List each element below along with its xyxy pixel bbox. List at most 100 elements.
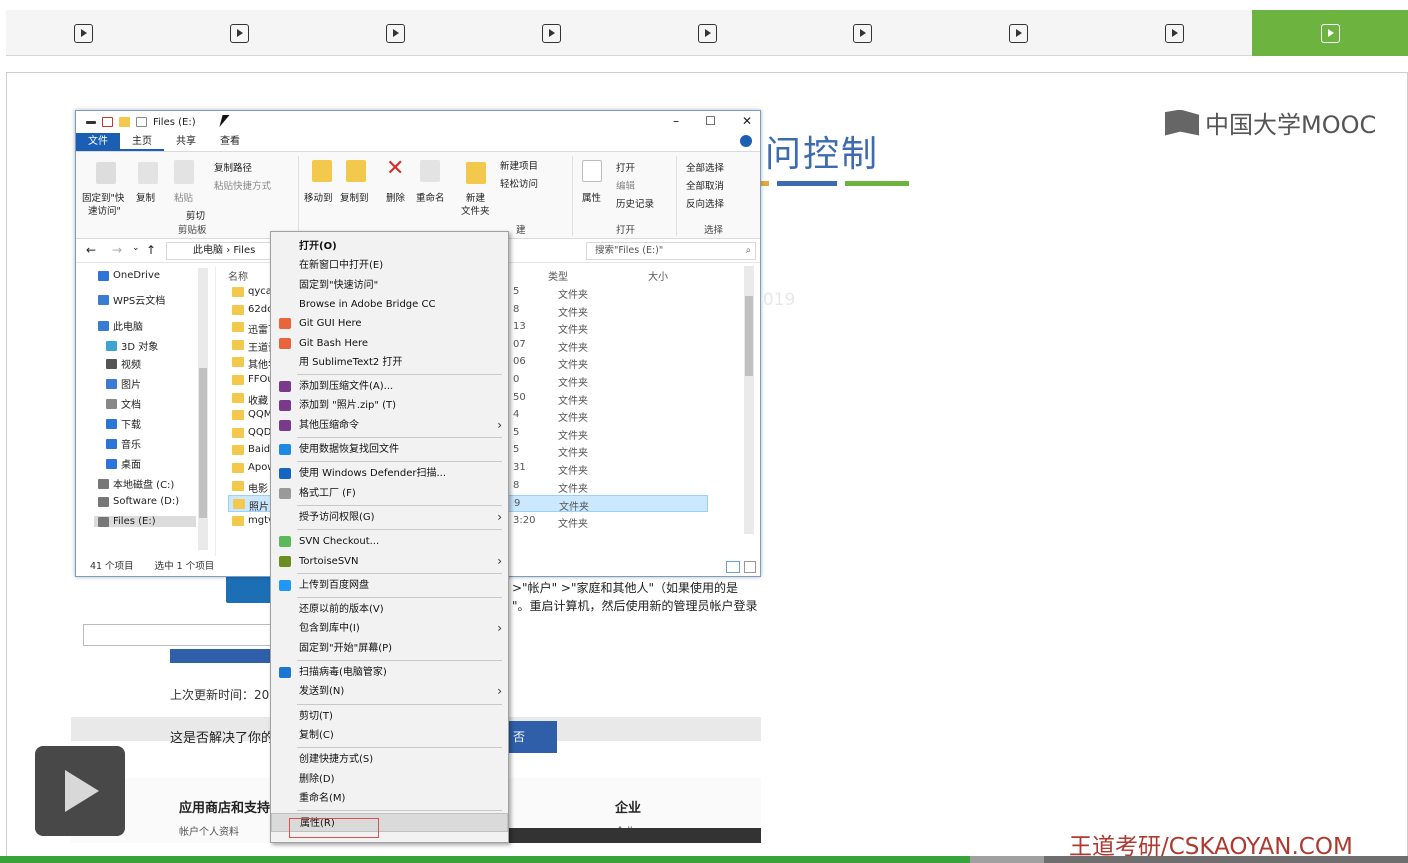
nav-item[interactable]: 音乐 xyxy=(106,436,141,451)
nav-scrollbar-thumb[interactable] xyxy=(199,368,207,518)
nav-item[interactable]: 文档 xyxy=(106,396,141,411)
search-input[interactable]: 搜索"Files (E:)" ⌕ xyxy=(586,242,756,260)
nav-item[interactable]: Software (D:) xyxy=(98,496,179,507)
lesson-tab-9[interactable] xyxy=(1252,10,1408,56)
menu-item[interactable]: 上传到百度网盘 xyxy=(271,576,508,595)
close-button[interactable]: ✕ xyxy=(742,114,752,128)
copy-to-button[interactable]: 复制到 xyxy=(340,190,369,204)
menu-item[interactable]: 使用数据恢复找回文件 xyxy=(271,440,508,459)
nav-item[interactable]: 视频 xyxy=(106,356,141,371)
menu-item[interactable]: SVN Checkout... xyxy=(271,532,508,551)
nav-item[interactable]: 3D 对象 xyxy=(106,338,158,353)
menu-item[interactable]: 删除(D) xyxy=(271,770,508,789)
open-button[interactable]: 打开 xyxy=(616,160,635,174)
paste-icon[interactable] xyxy=(174,160,194,184)
lesson-tab-1[interactable] xyxy=(6,10,162,56)
menu-item[interactable]: 还原以前的版本(V) xyxy=(271,600,508,619)
paste-button[interactable]: 粘贴 xyxy=(174,190,193,204)
menu-item[interactable]: Git Bash Here xyxy=(271,334,508,353)
lesson-tab-7[interactable] xyxy=(941,10,1097,56)
nav-scrollbar[interactable] xyxy=(198,268,208,550)
nav-item[interactable]: WPS云文档 xyxy=(98,292,165,307)
tab-home[interactable]: 主页 xyxy=(120,133,164,151)
menu-item[interactable]: 发送到(N) › xyxy=(271,682,508,701)
rename-icon[interactable] xyxy=(420,160,440,182)
menu-item[interactable]: 使用 Windows Defender扫描... xyxy=(271,464,508,483)
pin-icon[interactable] xyxy=(96,162,116,184)
copy-to-icon[interactable] xyxy=(346,160,366,182)
tiles-view-icon[interactable] xyxy=(744,561,756,573)
video-progress-bar[interactable] xyxy=(0,856,1408,863)
nav-item[interactable]: 图片 xyxy=(106,376,141,391)
copy-icon[interactable] xyxy=(138,162,158,184)
nav-item[interactable]: 桌面 xyxy=(106,456,141,471)
column-size[interactable]: 大小 xyxy=(648,268,668,283)
column-type[interactable]: 类型 xyxy=(548,268,568,283)
pin-label-2[interactable]: 速访问" xyxy=(88,203,121,217)
menu-item[interactable]: 固定到"开始"屏幕(P) xyxy=(271,639,508,658)
menu-item[interactable]: Git GUI Here xyxy=(271,314,508,333)
cut-button[interactable]: 剪切 xyxy=(186,208,205,222)
paste-shortcut-button[interactable]: 粘贴快捷方式 xyxy=(214,178,271,192)
menu-item[interactable]: 其他压缩命令 › xyxy=(271,416,508,435)
copy-button[interactable]: 复制 xyxy=(136,190,155,204)
menu-item[interactable]: 用 SublimeText2 打开 xyxy=(271,353,508,372)
delete-button[interactable]: 删除 xyxy=(386,190,405,204)
lesson-tab-2[interactable] xyxy=(162,10,318,56)
select-all-button[interactable]: 全部选择 xyxy=(686,160,724,174)
menu-item[interactable]: 重命名(M) xyxy=(271,789,508,808)
menu-item[interactable]: 包含到库中(I) › xyxy=(271,619,508,638)
tab-view[interactable]: 查看 xyxy=(208,133,252,151)
delete-icon[interactable]: ✕ xyxy=(386,156,404,181)
properties-check-icon[interactable] xyxy=(102,117,113,127)
new-folder-label-2[interactable]: 文件夹 xyxy=(461,203,490,217)
up-arrow-icon[interactable]: ↑ xyxy=(146,243,156,257)
details-view-icon[interactable] xyxy=(726,561,740,573)
play-button[interactable] xyxy=(35,746,125,836)
lesson-tab-3[interactable] xyxy=(318,10,474,56)
properties-icon[interactable] xyxy=(582,160,602,182)
lesson-tab-8[interactable] xyxy=(1096,10,1252,56)
recent-chevron-icon[interactable]: ⌄ xyxy=(132,243,140,253)
customize-icon[interactable] xyxy=(136,117,147,127)
menu-item[interactable]: TortoiseSVN › xyxy=(271,552,508,571)
select-none-button[interactable]: 全部取消 xyxy=(686,178,724,192)
menu-item[interactable]: 格式工厂 (F) xyxy=(271,484,508,503)
column-name[interactable]: 名称 xyxy=(228,268,248,283)
move-to-icon[interactable] xyxy=(312,160,332,182)
lesson-tab-4[interactable] xyxy=(473,10,629,56)
nav-item[interactable]: 本地磁盘 (C:) xyxy=(98,476,174,491)
nav-item[interactable]: OneDrive xyxy=(98,270,160,281)
nav-item[interactable]: 此电脑 xyxy=(98,318,143,333)
video-frame[interactable]: 问控制 中国大学MOOC bluehero2019 王道考研/CSKAOYAN.… xyxy=(6,72,1408,858)
menu-item[interactable]: Browse in Adobe Bridge CC xyxy=(271,295,508,314)
new-folder-icon[interactable] xyxy=(466,162,486,184)
file-scrollbar[interactable] xyxy=(744,266,754,534)
properties-button[interactable]: 属性 xyxy=(582,190,601,204)
copy-path-button[interactable]: 复制路径 xyxy=(214,160,252,174)
lesson-tab-5[interactable] xyxy=(629,10,785,56)
move-to-button[interactable]: 移动到 xyxy=(304,190,333,204)
new-folder-label-1[interactable]: 新建 xyxy=(466,190,485,204)
menu-item[interactable]: 剪切(T) xyxy=(271,707,508,726)
history-button[interactable]: 历史记录 xyxy=(616,196,654,210)
file-scrollbar-thumb[interactable] xyxy=(745,296,753,376)
easy-access-button[interactable]: 轻松访问 xyxy=(500,176,538,190)
menu-item[interactable]: 授予访问权限(G) › xyxy=(271,508,508,527)
menu-item[interactable]: 打开(O) xyxy=(271,237,508,256)
menu-item[interactable]: 在新窗口中打开(E) xyxy=(271,256,508,275)
invert-selection-button[interactable]: 反向选择 xyxy=(686,196,724,210)
menu-item[interactable]: 添加到压缩文件(A)... xyxy=(271,377,508,396)
nav-item[interactable]: Files (E:) xyxy=(94,516,196,527)
menu-item[interactable]: 添加到 "照片.zip" (T) xyxy=(271,396,508,415)
new-item-button[interactable]: 新建项目 xyxy=(500,158,538,172)
help-icon[interactable] xyxy=(740,135,752,147)
rename-button[interactable]: 重命名 xyxy=(416,190,445,204)
pin-label-1[interactable]: 固定到"快 xyxy=(82,190,124,204)
tab-share[interactable]: 共享 xyxy=(164,133,208,151)
forward-arrow-icon[interactable]: → xyxy=(112,243,122,257)
nav-item[interactable]: 下载 xyxy=(106,416,141,431)
menu-item[interactable]: 固定到"快速访问" xyxy=(271,276,508,295)
back-arrow-icon[interactable]: ← xyxy=(86,243,96,257)
menu-item[interactable]: 扫描病毒(电脑管家) xyxy=(271,663,508,682)
